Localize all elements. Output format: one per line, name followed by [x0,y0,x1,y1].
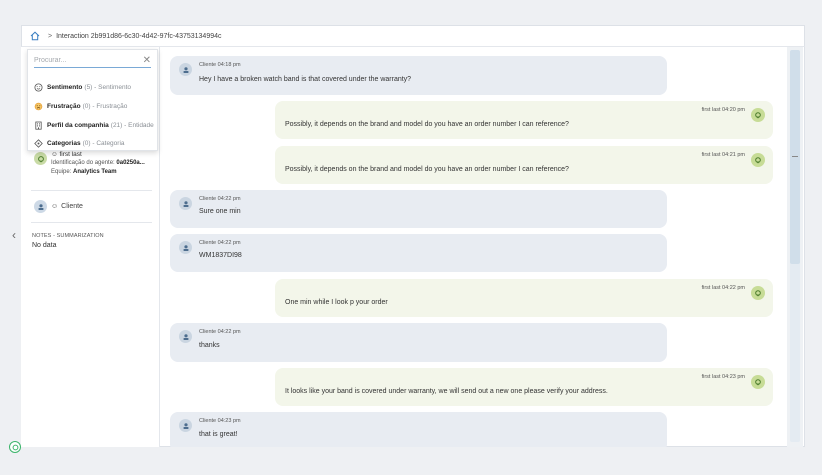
client-info: ☺ Cliente [34,200,83,213]
notes-value: No data [32,242,57,249]
agent-avatar-icon [751,153,765,167]
menu-item-perfil-companhia[interactable]: Perfil da companhia (21) - Entidade [34,121,154,130]
message-text: Possibly, it depends on the brand and mo… [285,166,569,173]
smiley-icon: ☺ [51,203,59,210]
client-avatar [34,200,47,213]
agent-info: ☺ first last Identificação do agente: 0a… [34,150,145,177]
agent-avatar-icon [751,375,765,389]
home-icon[interactable] [30,31,40,41]
search-input[interactable] [34,57,134,64]
diamond-icon [34,139,43,148]
client-message: Cliente 04:22 pm WM1837DI98 [170,234,667,272]
team-row: Equipe: Analytics Team [51,168,145,177]
client-avatar-icon [179,419,192,432]
client-message: Cliente 04:22 pm thanks [170,323,667,362]
agent-name: first last [59,151,82,158]
scrollbar-thumb[interactable] [790,50,800,264]
breadcrumb: > Interaction 2b991d86-6c30-4d42-97fc-43… [21,25,805,47]
chevron-right-icon: > [48,32,53,40]
message-header: first last 04:20 pm [701,107,745,113]
agent-message: first last 04:23 pm It looks like your b… [275,368,773,406]
client-label: Cliente [61,203,83,210]
menu-item-label: Frustração [47,103,81,110]
chat-transcript[interactable]: Cliente 04:18 pm Hey I have a broken wat… [161,47,785,447]
client-message: Cliente 04:23 pm that is great! [170,412,667,447]
close-icon[interactable]: ✕ [143,55,151,66]
divider [31,190,152,191]
menu-item-meta: (5) - Sentimento [84,84,132,91]
message-text: Sure one min [199,208,241,215]
message-text: WM1837DI98 [199,252,242,259]
message-header: Cliente 04:18 pm [199,62,241,68]
message-header: first last 04:23 pm [701,374,745,380]
building-icon [34,121,43,130]
message-header: Cliente 04:22 pm [199,329,241,335]
message-header: Cliente 04:22 pm [199,196,241,202]
status-indicator-icon[interactable] [9,441,21,453]
client-message: Cliente 04:22 pm Sure one min [170,190,667,228]
smiley-icon [34,83,43,92]
client-avatar-icon [179,197,192,210]
agent-message: first last 04:20 pm Possibly, it depends… [275,101,773,139]
agent-id-label: Identificação do agente: [51,160,115,166]
client-avatar-icon [179,241,192,254]
message-text: It looks like your band is covered under… [285,388,608,395]
divider [31,222,152,223]
frustrated-face-icon [34,102,43,111]
message-text: thanks [199,342,220,349]
menu-item-meta: (21) - Entidade [110,122,154,129]
team-value: Analytics Team [73,169,117,175]
menu-item-meta: (0) - Categoria [82,140,125,147]
agent-name-row: ☺ first last [51,150,145,159]
message-text: One min while I look p your order [285,299,388,306]
client-message: Cliente 04:18 pm Hey I have a broken wat… [170,56,667,95]
menu-item-categorias[interactable]: Categorias (0) - Categoria [34,139,125,148]
client-avatar-icon [179,330,192,343]
message-text: Possibly, it depends on the brand and mo… [285,121,569,128]
agent-id-value: 0a0250a... [116,160,145,166]
message-text: Hey I have a broken watch band is that c… [199,76,412,83]
message-header: Cliente 04:23 pm [199,418,241,424]
smiley-icon: ☺ [51,151,58,158]
notes-title: NOTES - SUMMARIZATION [32,233,104,239]
chat-scrollbar[interactable] [787,47,803,447]
menu-item-frustracao[interactable]: Frustração (0) - Frustração [34,102,127,111]
message-header: Cliente 04:22 pm [199,240,241,246]
agent-message: first last 04:21 pm Possibly, it depends… [275,146,773,184]
menu-item-meta: (0) - Frustração [82,103,128,110]
message-header: first last 04:21 pm [701,152,745,158]
interaction-title: Interaction 2b991d86-6c30-4d42-97fc-4375… [56,32,222,40]
collapse-left-icon[interactable]: ‹ [12,228,16,242]
agent-avatar [34,152,47,165]
agent-avatar-icon [751,108,765,122]
message-text: that is great! [199,431,238,438]
agent-avatar-icon [751,286,765,300]
search-box: ✕ [34,54,151,68]
filter-dropdown: ✕ Sentimento (5) - Sentimento Frustração… [27,49,158,151]
client-avatar-icon [179,63,192,76]
menu-item-label: Sentimento [47,84,83,91]
resize-handle[interactable] [792,156,798,157]
team-label: Equipe: [51,169,72,175]
menu-item-sentimento[interactable]: Sentimento (5) - Sentimento [34,83,131,92]
message-header: first last 04:22 pm [701,285,745,291]
agent-id-row: Identificação do agente: 0a0250a... [51,159,145,168]
menu-item-label: Categorias [47,140,81,147]
agent-message: first last 04:22 pm One min while I look… [275,279,773,317]
menu-item-label: Perfil da companhia [47,122,109,129]
